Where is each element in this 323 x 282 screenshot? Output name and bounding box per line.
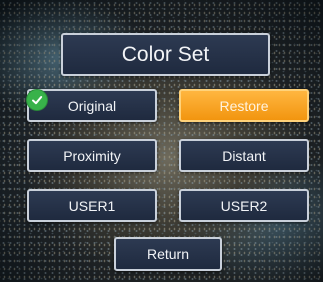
restore-button[interactable]: Restore [179,89,309,122]
original-button-label: Original [67,97,117,114]
restore-button-label: Restore [219,97,269,114]
checkmark-icon [26,89,48,111]
color-set-title-text: Color Set [121,42,210,66]
user2-button[interactable]: USER2 [179,189,309,222]
user1-button[interactable]: USER1 [27,189,157,222]
return-button-label: Return [146,246,190,262]
proximity-button-label: Proximity [63,147,121,164]
color-set-title: Color Set [61,33,270,76]
proximity-button[interactable]: Proximity [27,139,157,172]
user1-button-label: USER1 [68,197,116,214]
distant-button[interactable]: Distant [179,139,309,172]
return-button[interactable]: Return [114,237,222,271]
user2-button-label: USER2 [220,197,268,214]
distant-button-label: Distant [222,147,266,164]
